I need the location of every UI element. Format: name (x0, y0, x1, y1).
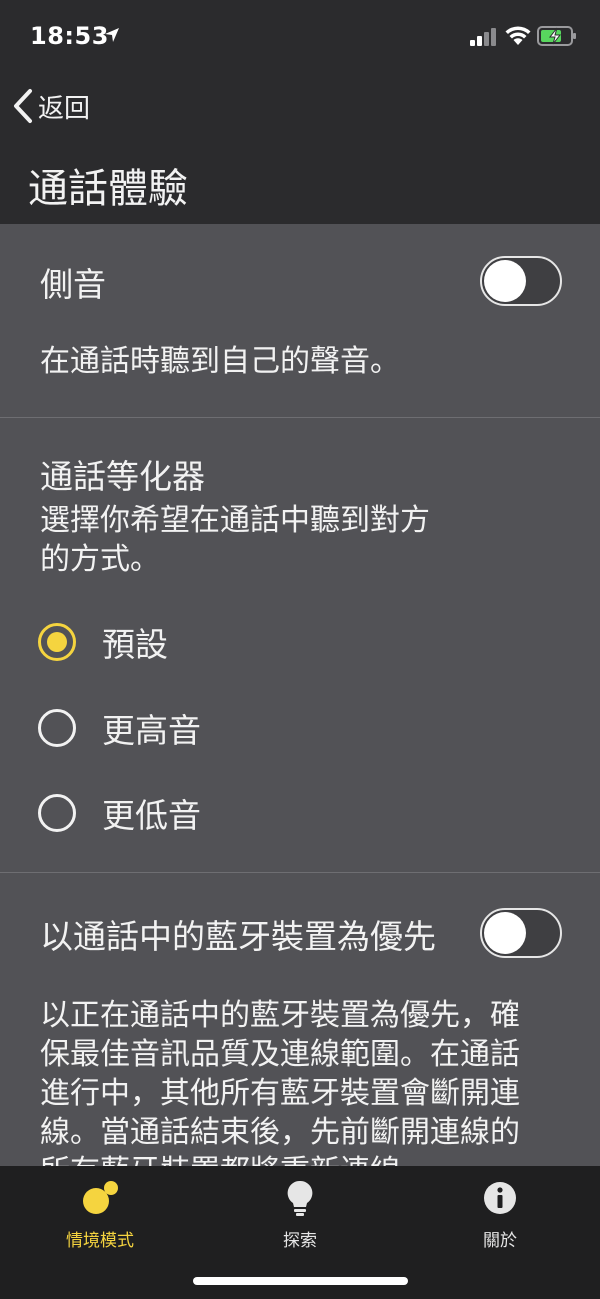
tab-label: 關於 (483, 1231, 517, 1251)
tab-explore[interactable]: 探索 (230, 1180, 370, 1251)
equalizer-option-default[interactable]: 預設 (38, 617, 168, 667)
divider (0, 872, 600, 873)
bluetooth-priority-description: 以正在通話中的藍牙裝置為優先，確 保最佳音訊品質及連線範圍。在通話 進行中，其他… (40, 996, 520, 1166)
home-indicator[interactable] (193, 1277, 408, 1285)
info-icon (484, 1182, 516, 1214)
lightbulb-icon (287, 1180, 313, 1216)
equalizer-description: 選擇你希望在通話中聽到對方 的方式。 (40, 501, 430, 579)
sidetone-description: 在通話時聽到自己的聲音。 (40, 344, 400, 379)
toggle-knob (484, 912, 526, 954)
radio-unselected-icon[interactable] (38, 709, 76, 747)
description-line: 線。當通話結束後，先前斷開連線的 (40, 1115, 520, 1150)
tab-label: 探索 (283, 1231, 317, 1251)
tab-about[interactable]: 關於 (430, 1180, 570, 1251)
divider (0, 417, 600, 418)
option-label: 更低音 (102, 796, 201, 835)
settings-content[interactable]: 側音 在通話時聽到自己的聲音。 通話等化器 選擇你希望在通話中聽到對方 的方式。… (0, 224, 600, 1166)
equalizer-title: 通話等化器 (40, 457, 205, 496)
equalizer-description-line: 選擇你希望在通話中聽到對方 (40, 503, 430, 538)
status-bar: 18:53 (0, 0, 600, 72)
option-label: 預設 (102, 625, 168, 664)
equalizer-option-bass[interactable]: 更低音 (38, 788, 201, 838)
navigation-bar: 返回 通話體驗 (0, 72, 600, 224)
description-line: 所有藍牙裝置都將重新連線。 (40, 1152, 520, 1166)
radio-unselected-icon[interactable] (38, 794, 76, 832)
sidetone-toggle[interactable] (480, 256, 562, 306)
back-label: 返回 (38, 93, 91, 124)
sidetone-label: 側音 (40, 265, 106, 304)
bluetooth-priority-toggle[interactable] (480, 908, 562, 958)
page-title: 通話體驗 (28, 166, 188, 212)
description-line: 以正在通話中的藍牙裝置為優先，確 (40, 998, 520, 1033)
back-button[interactable]: 返回 (12, 86, 90, 126)
modes-icon (83, 1181, 118, 1214)
bluetooth-priority-label: 以通話中的藍牙裝置為優先 (40, 917, 436, 956)
status-time: 18:53 (30, 22, 109, 50)
option-label: 更高音 (102, 711, 201, 750)
cellular-signal-icon (470, 28, 496, 46)
toggle-knob (484, 260, 526, 302)
chevron-left-icon (14, 89, 32, 123)
radio-selected-icon[interactable] (38, 623, 76, 661)
description-line: 進行中，其他所有藍牙裝置會斷開連 (40, 1076, 520, 1111)
tab-bar: 情境模式 探索 關於 (0, 1166, 600, 1299)
equalizer-option-treble[interactable]: 更高音 (38, 703, 201, 753)
location-arrow-icon (105, 28, 119, 42)
description-line: 保最佳音訊品質及連線範圍。在通話 (40, 1037, 520, 1072)
tab-label: 情境模式 (66, 1231, 134, 1251)
tab-modes[interactable]: 情境模式 (30, 1180, 170, 1251)
equalizer-description-line: 的方式。 (40, 542, 160, 577)
battery-charging-icon (537, 26, 576, 46)
wifi-icon (505, 26, 531, 45)
